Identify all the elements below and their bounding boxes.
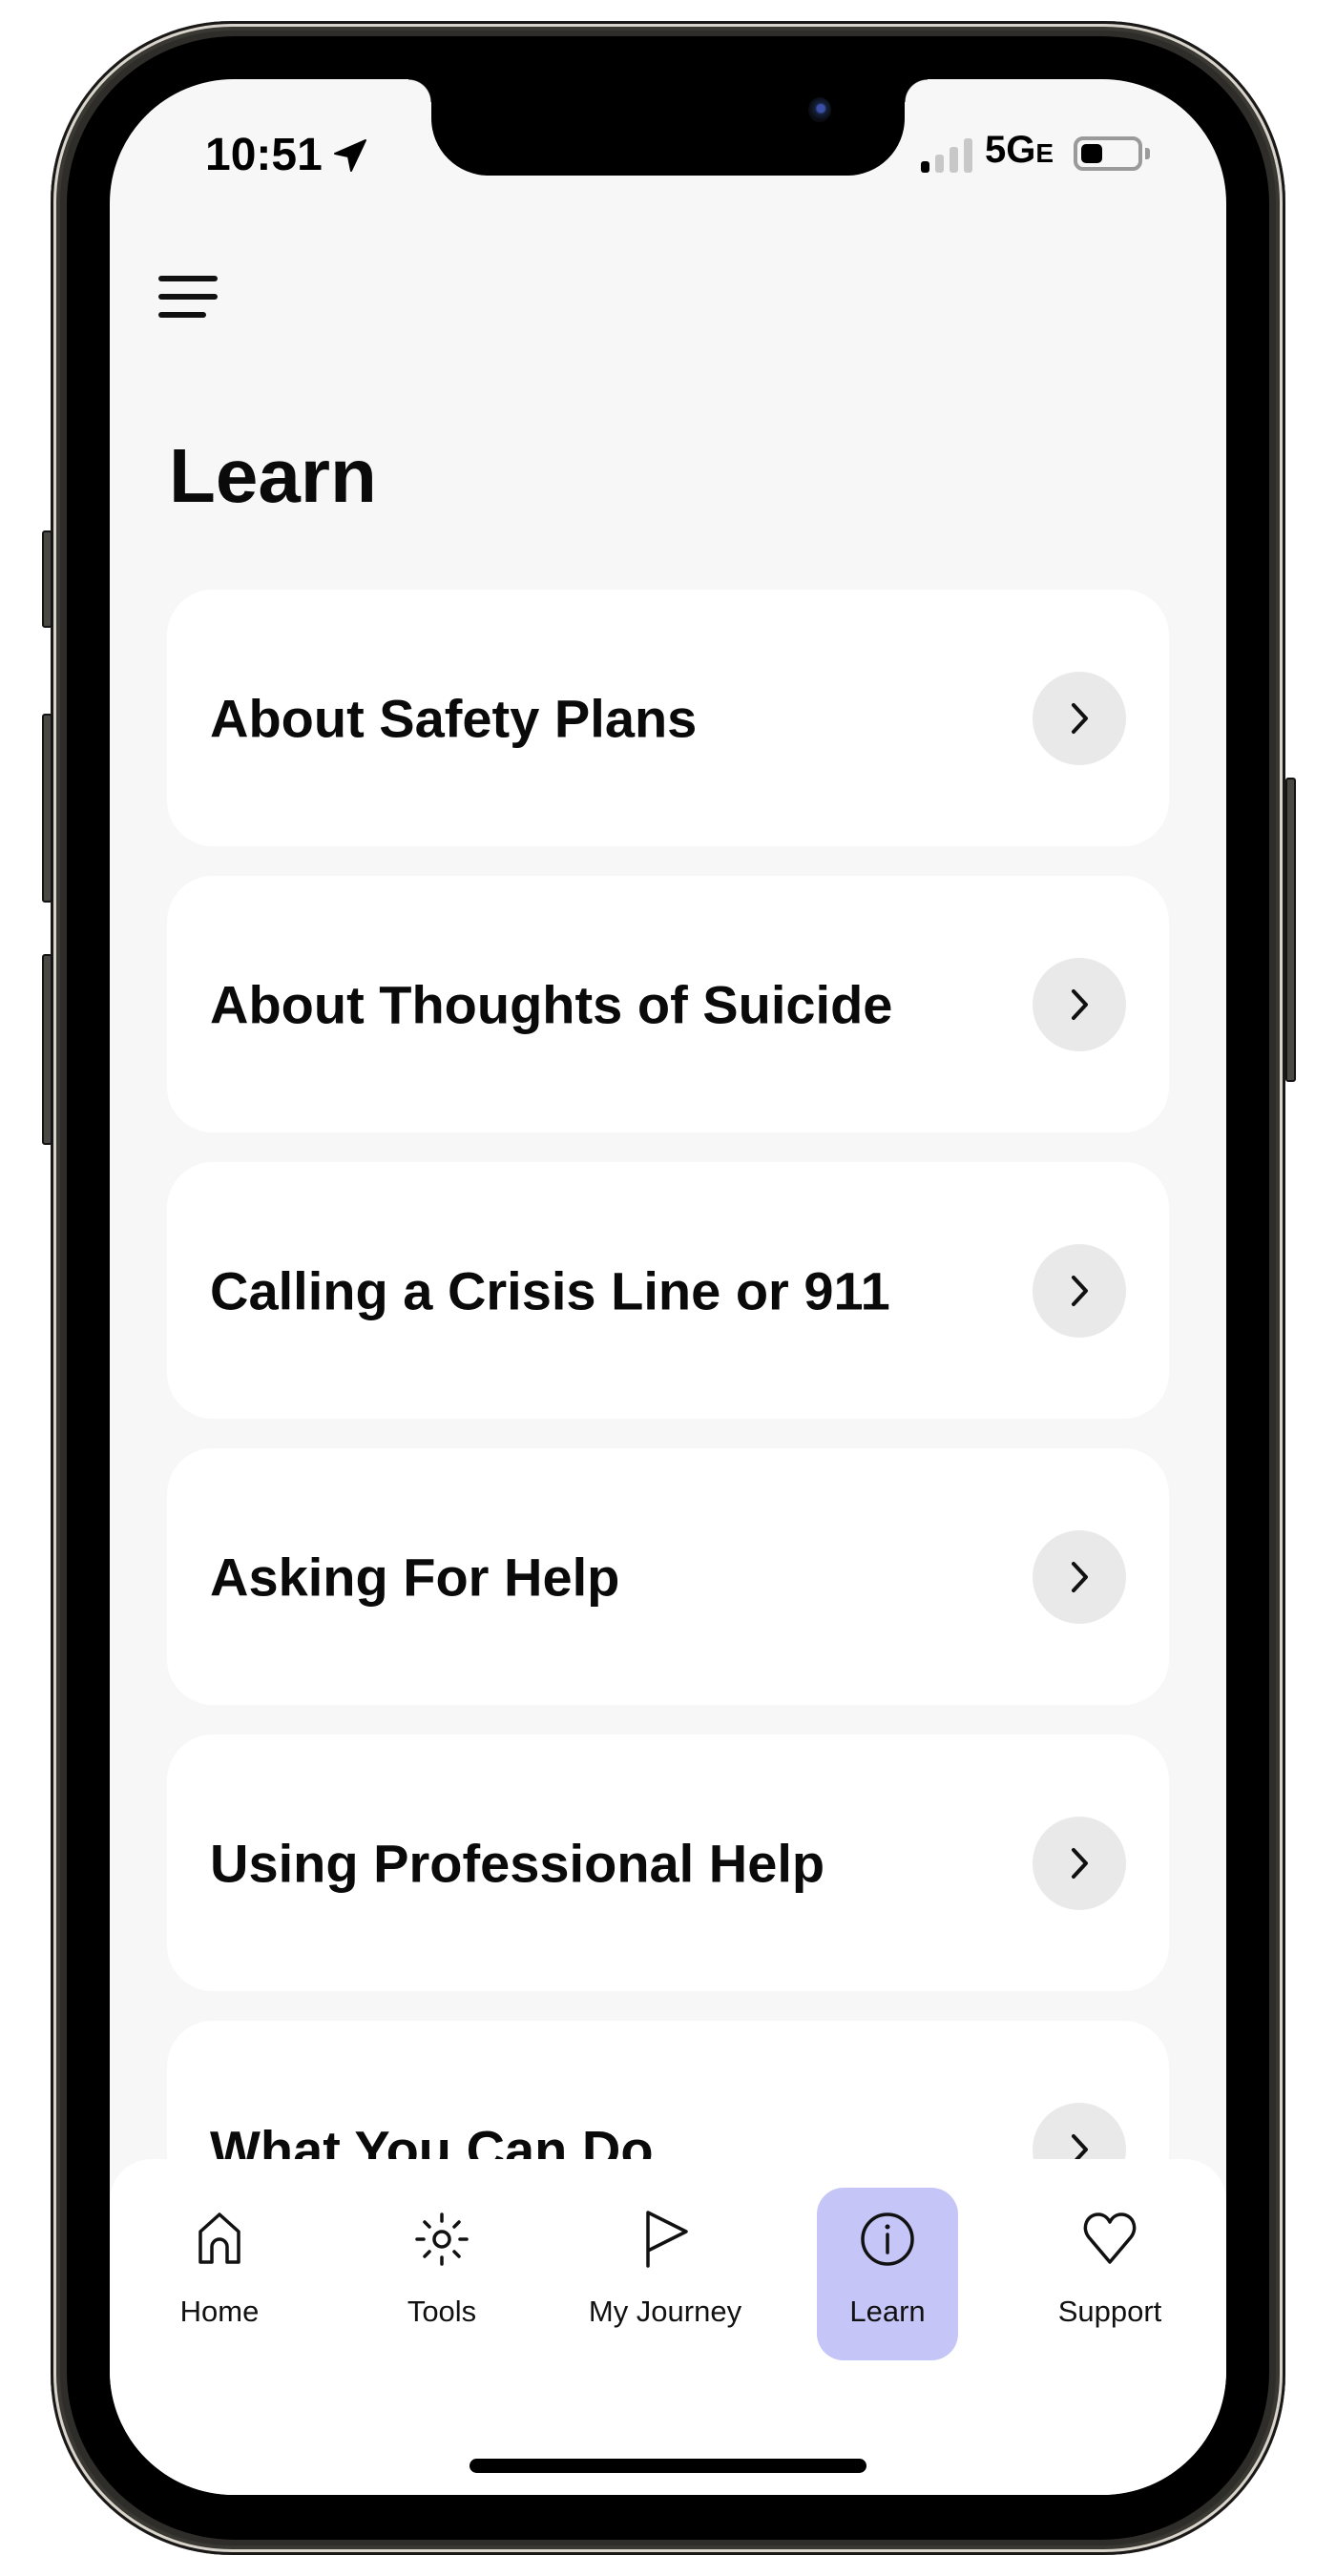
open-topic-button[interactable] <box>1033 1243 1126 1338</box>
signal-bar <box>950 147 958 173</box>
tab-label: Support <box>1057 2295 1162 2328</box>
open-topic-button[interactable] <box>1033 671 1126 765</box>
learn-topic-label: Using Professional Help <box>210 1833 825 1893</box>
chevron-right-icon <box>1072 1847 1088 1879</box>
signal-bar <box>935 155 944 173</box>
learn-topic-card-2[interactable]: About Thoughts of Suicide <box>167 876 1169 1132</box>
front-camera <box>808 97 831 122</box>
tab-label: My Journey <box>588 2295 742 2328</box>
info-icon <box>861 2212 914 2266</box>
tab-label: Home <box>179 2295 260 2328</box>
location-arrow-icon <box>334 139 366 172</box>
learn-topic-label: About Safety Plans <box>210 688 698 748</box>
learn-topic-card-3[interactable]: Calling a Crisis Line or 911 <box>167 1162 1169 1419</box>
tab-home[interactable]: Home <box>149 2188 290 2360</box>
tab-label: Tools <box>407 2295 477 2328</box>
chevron-right-icon <box>1072 1275 1088 1306</box>
heart-icon <box>1083 2212 1137 2264</box>
chevron-right-icon <box>1072 702 1088 734</box>
network-type: 5GE <box>985 129 1054 172</box>
battery-cap <box>1145 148 1150 159</box>
screen: 10:51 5GE Learn About Safety Plans About… <box>110 79 1226 2495</box>
tab-label: Learn <box>849 2295 926 2328</box>
open-topic-button[interactable] <box>1033 1529 1126 1624</box>
home-icon <box>198 2212 240 2264</box>
tab-learn[interactable]: Learn <box>817 2188 958 2360</box>
learn-topic-card-4[interactable]: Asking For Help <box>167 1448 1169 1705</box>
signal-bar <box>964 138 972 173</box>
learn-topic-card-5[interactable]: Using Professional Help <box>167 1735 1169 1991</box>
learn-topic-label: About Thoughts of Suicide <box>210 974 893 1034</box>
bottom-tab-bar: Home Tools My Journey Learn Support <box>110 2159 1226 2495</box>
battery-icon <box>1074 136 1142 171</box>
network-label: 5G <box>985 129 1036 171</box>
tab-my-journey[interactable]: My Journey <box>589 2188 741 2360</box>
battery-level <box>1081 144 1102 163</box>
chevron-right-icon <box>1072 988 1088 1020</box>
tab-tools[interactable]: Tools <box>371 2188 512 2360</box>
status-time: 10:51 <box>205 130 323 180</box>
cellular-signal-icon <box>921 138 972 173</box>
open-topic-button[interactable] <box>1033 957 1126 1051</box>
page-title: Learn <box>169 433 377 518</box>
tab-support[interactable]: Support <box>1039 2188 1180 2360</box>
mute-switch <box>42 530 52 628</box>
chevron-right-icon <box>1072 1561 1088 1592</box>
open-topic-button[interactable] <box>1033 1816 1126 1910</box>
learn-topic-label: Calling a Crisis Line or 911 <box>210 1260 890 1320</box>
volume-down-button <box>42 954 52 1145</box>
flag-icon <box>646 2211 688 2268</box>
learn-topic-label: Asking For Help <box>210 1547 620 1607</box>
power-button <box>1285 778 1296 1082</box>
notch <box>408 79 928 176</box>
home-indicator[interactable] <box>470 2459 866 2473</box>
volume-up-button <box>42 714 52 903</box>
sun-icon <box>415 2212 469 2266</box>
learn-topic-card-1[interactable]: About Safety Plans <box>167 590 1169 846</box>
network-suffix: E <box>1035 138 1054 168</box>
signal-bar <box>921 161 929 173</box>
hamburger-menu-button[interactable] <box>156 270 222 327</box>
